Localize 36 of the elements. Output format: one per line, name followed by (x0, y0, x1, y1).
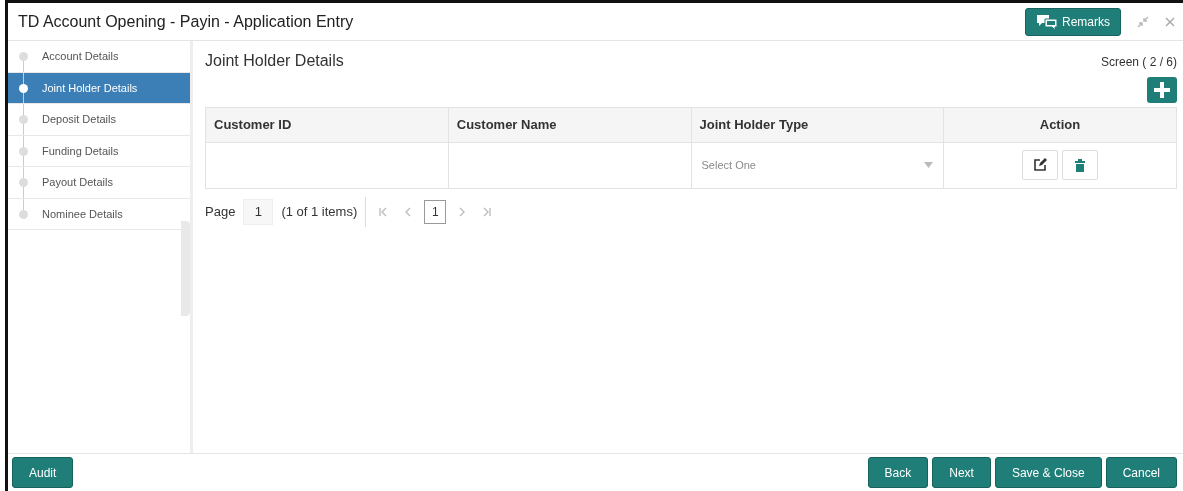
plus-icon (1154, 82, 1170, 98)
sidebar-item[interactable]: Funding Details (8, 135, 190, 167)
caret-icon (923, 162, 933, 168)
remarks-button[interactable]: Remarks (1025, 7, 1121, 36)
edit-button[interactable] (1021, 149, 1058, 180)
previous-page-icon[interactable] (404, 206, 413, 217)
sidebar-item[interactable]: Payout Details (8, 167, 190, 199)
page-summary: (1 of 1 items) (281, 202, 358, 221)
footer-button[interactable]: Audit (12, 457, 74, 488)
footer-button[interactable]: Next (932, 457, 991, 488)
edit-icon (1032, 157, 1047, 172)
column-header: Customer Name (448, 107, 691, 142)
first-page-icon[interactable] (378, 206, 389, 217)
window-title: TD Account Opening - Payin - Application Entry (18, 11, 354, 32)
close-icon[interactable] (1165, 16, 1175, 27)
trash-icon (1074, 158, 1085, 172)
last-page-icon[interactable] (482, 206, 493, 217)
chat-icon (1036, 13, 1058, 30)
footer-button[interactable]: Save & Close (994, 457, 1102, 488)
page-label: Page (205, 202, 236, 221)
screen-counter: Screen ( 2 / 6) (1100, 54, 1177, 71)
sidebar-item[interactable]: Deposit Details (8, 104, 190, 136)
page-input[interactable]: 1 (243, 198, 274, 225)
column-header: Action (943, 107, 1177, 142)
footer-button[interactable]: Cancel (1105, 457, 1177, 488)
add-button[interactable] (1147, 77, 1177, 103)
delete-button[interactable] (1061, 150, 1098, 181)
page-number-button[interactable]: 1 (424, 199, 447, 224)
sidebar-item[interactable]: Account Details (8, 41, 190, 73)
minimize-icon[interactable] (1137, 15, 1149, 28)
footer-button[interactable]: Back (867, 457, 929, 488)
sidebar-item[interactable]: Joint Holder Details (8, 72, 190, 104)
next-page-icon[interactable] (458, 206, 467, 217)
column-header: Joint Holder Type (691, 107, 944, 142)
column-header: Customer ID (205, 107, 449, 142)
section-title: Joint Holder Details (205, 51, 344, 71)
